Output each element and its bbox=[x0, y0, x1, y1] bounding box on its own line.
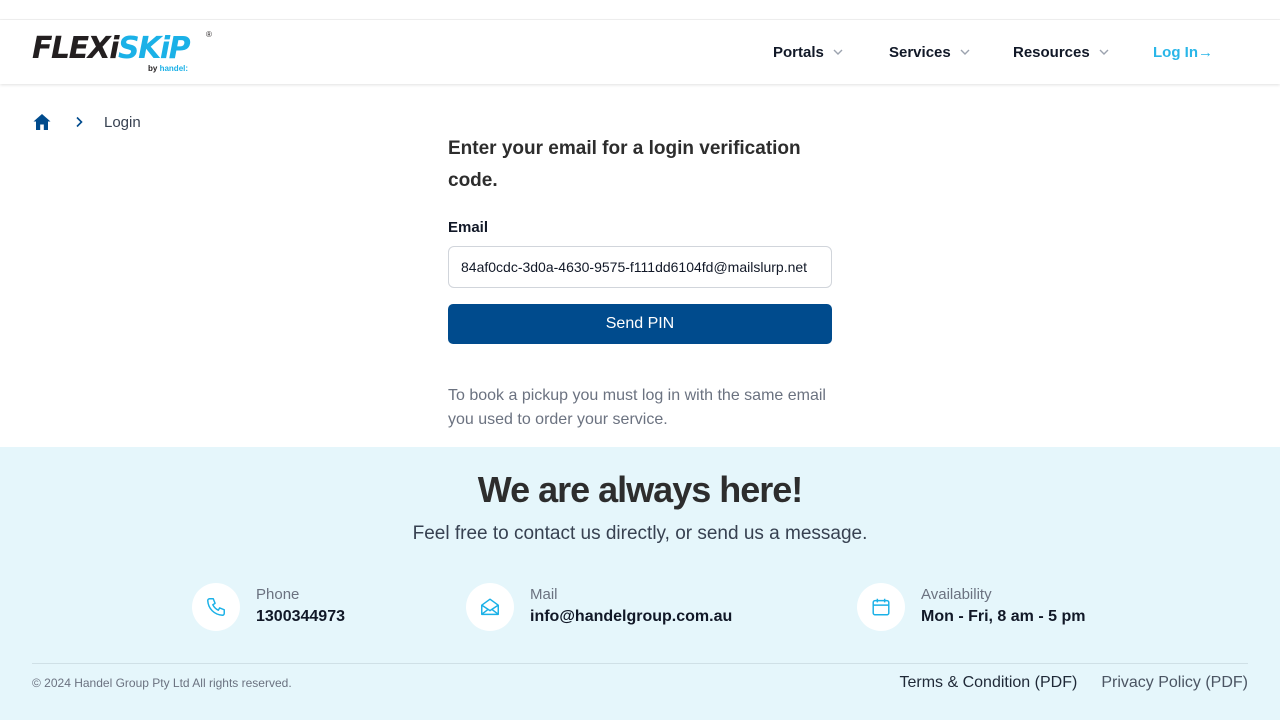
contact-mail: Mail info@handelgroup.com.au bbox=[466, 583, 732, 631]
flexiskip-logo[interactable]: FLEXiSKiP ® by handel: bbox=[32, 30, 212, 84]
nav-services[interactable]: Services bbox=[889, 20, 971, 84]
chevron-right-icon bbox=[76, 116, 83, 128]
logo-handel-text: handel: bbox=[159, 64, 189, 73]
contact-availability-label: Availability bbox=[921, 586, 992, 603]
terms-link[interactable]: Terms & Condition (PDF) bbox=[899, 674, 1077, 692]
contact-phone: Phone 1300344973 bbox=[192, 583, 345, 631]
phone-icon-circle bbox=[192, 583, 240, 631]
calendar-icon-circle bbox=[857, 583, 905, 631]
nav-resources-label: Resources bbox=[1013, 43, 1090, 61]
breadcrumb: Login bbox=[32, 110, 141, 134]
logo-flexi: FLEXi bbox=[32, 31, 120, 66]
breadcrumb-current: Login bbox=[104, 113, 141, 131]
footer-subtitle: Feel free to contact us directly, or sen… bbox=[412, 523, 868, 544]
send-pin-button[interactable]: Send PIN bbox=[448, 304, 832, 344]
phone-icon bbox=[207, 598, 225, 616]
nav-services-label: Services bbox=[889, 43, 951, 61]
login-form: Enter your email for a login verificatio… bbox=[448, 130, 832, 432]
footer-title: We are always here! bbox=[477, 469, 804, 510]
contact-mail-text: Mail info@handelgroup.com.au bbox=[530, 585, 732, 629]
email-label: Email bbox=[448, 219, 489, 236]
mail-icon-circle bbox=[466, 583, 514, 631]
contact-availability-text: Availability Mon - Fri, 8 am - 5 pm bbox=[921, 585, 1085, 629]
logo-skip: SKiP bbox=[118, 31, 191, 66]
top-strip bbox=[0, 0, 1280, 20]
contact-phone-value[interactable]: 1300344973 bbox=[256, 605, 345, 629]
contact-mail-label: Mail bbox=[530, 586, 558, 603]
copyright-text: © 2024 Handel Group Pty Ltd All rights r… bbox=[32, 676, 292, 690]
logo-registered-mark: ® bbox=[206, 30, 212, 39]
logo-wordmark: FLEXiSKiP bbox=[32, 31, 191, 66]
chevron-down-icon bbox=[833, 49, 843, 55]
contact-footer: We are always here! Feel free to contact… bbox=[0, 447, 1280, 720]
home-icon[interactable] bbox=[32, 112, 52, 132]
logo-byline: by handel: bbox=[148, 64, 188, 73]
login-link[interactable]: Log In→ bbox=[1153, 20, 1213, 84]
nav-resources[interactable]: Resources bbox=[1013, 20, 1110, 84]
contact-availability-value: Mon - Fri, 8 am - 5 pm bbox=[921, 608, 1086, 625]
email-input[interactable] bbox=[448, 246, 832, 288]
logo-by-text: by bbox=[148, 64, 158, 73]
contact-mail-value[interactable]: info@handelgroup.com.au bbox=[530, 605, 732, 629]
footer-links: Terms & Condition (PDF) Privacy Policy (… bbox=[899, 674, 1248, 692]
privacy-link[interactable]: Privacy Policy (PDF) bbox=[1101, 674, 1248, 692]
mail-open-icon bbox=[481, 598, 499, 616]
footer-divider bbox=[32, 663, 1248, 664]
site-header: FLEXiSKiP ® by handel: Portals Services … bbox=[0, 20, 1280, 84]
login-note: To book a pickup you must log in with th… bbox=[448, 387, 826, 428]
login-heading: Enter your email for a login verificatio… bbox=[448, 138, 801, 191]
contact-availability: Availability Mon - Fri, 8 am - 5 pm bbox=[857, 583, 1085, 631]
calendar-icon bbox=[872, 598, 890, 616]
nav-portals-label: Portals bbox=[773, 43, 824, 61]
chevron-down-icon bbox=[960, 49, 970, 55]
chevron-down-icon bbox=[1099, 49, 1109, 55]
contact-phone-text: Phone 1300344973 bbox=[256, 585, 345, 629]
contact-phone-label: Phone bbox=[256, 586, 300, 603]
nav-portals[interactable]: Portals bbox=[773, 20, 844, 84]
